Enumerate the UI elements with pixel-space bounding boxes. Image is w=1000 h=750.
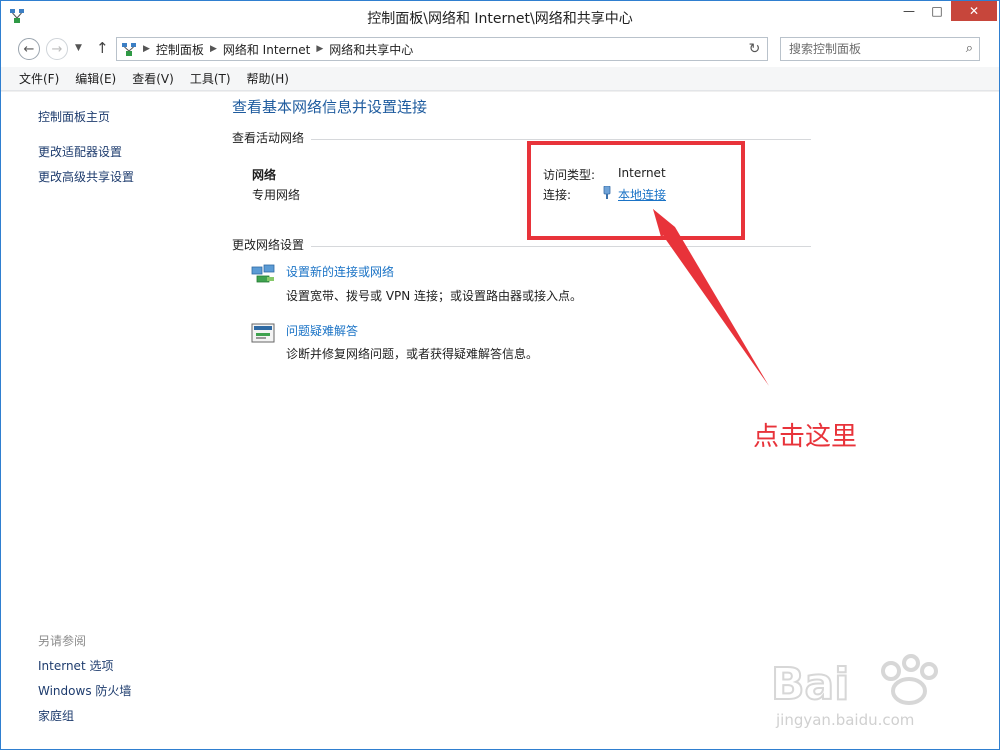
window: 控制面板\网络和 Internet\网络和共享中心 — □ ✕ ← → ▼ ↑ …	[0, 0, 1000, 750]
svg-text:Bai: Bai	[771, 659, 849, 710]
watermark-url: jingyan.baidu.com	[776, 711, 915, 729]
annotation-text: 点击这里	[753, 422, 858, 452]
annotation-arrow-icon	[653, 209, 769, 386]
